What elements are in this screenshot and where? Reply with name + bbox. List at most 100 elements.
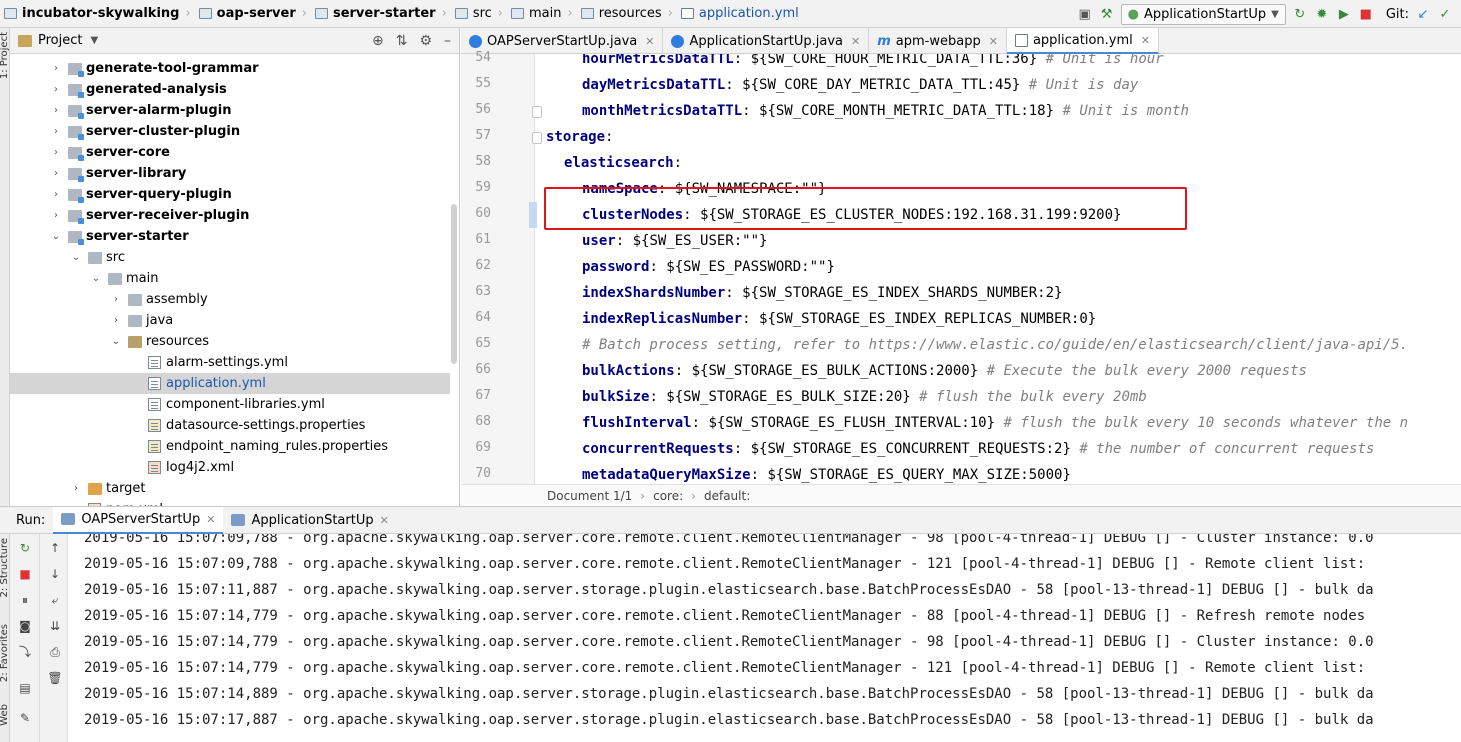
chevron-right-icon[interactable]: › [50, 189, 62, 200]
breadcrumb-item[interactable]: oap-server › [195, 0, 311, 28]
code-line[interactable]: hourMetricsDataTTL: ${SW_CORE_HOUR_METRI… [546, 54, 1164, 72]
build-hammer-icon[interactable]: ⚒ [1099, 6, 1115, 22]
tree-item[interactable]: ⌄ server-starter [10, 226, 450, 247]
run-configuration-select[interactable]: ● ApplicationStartUp ▼ [1120, 3, 1286, 25]
chevron-right-icon[interactable]: › [50, 105, 62, 116]
collapse-all-icon[interactable]: ⇅ [396, 33, 408, 49]
breadcrumb-item[interactable]: incubator-skywalking › [0, 0, 195, 28]
code-view[interactable]: hourMetricsDataTTL: ${SW_CORE_HOUR_METRI… [546, 54, 1461, 484]
print-icon[interactable]: ⎙ [47, 644, 63, 660]
tree-item[interactable]: log4j2.xml [10, 457, 450, 478]
settings-gear-icon[interactable]: ⚙ [419, 33, 432, 49]
yaml-path-item[interactable]: Document 1/1 [547, 489, 632, 503]
close-icon[interactable]: ✕ [851, 35, 860, 48]
rerun-icon[interactable]: ↻ [1292, 6, 1308, 22]
console-output[interactable]: 2019-05-16 15:07:09,788 - org.apache.sky… [68, 534, 1461, 742]
tree-item[interactable]: alarm-settings.yml [10, 352, 450, 373]
breadcrumb-item[interactable]: application.yml [677, 0, 803, 28]
fold-marker-icon[interactable] [532, 106, 542, 118]
tree-item[interactable]: ⌄ main [10, 268, 450, 289]
chevron-down-icon[interactable]: ⌄ [50, 231, 62, 242]
side-tool-window-button[interactable]: 2: Structure [0, 538, 10, 597]
code-line[interactable]: flushInterval: ${SW_STORAGE_ES_FLUSH_INT… [546, 410, 1408, 436]
code-line[interactable]: bulkSize: ${SW_STORAGE_ES_BULK_SIZE:20} … [546, 384, 1147, 410]
debug-icon[interactable]: ✹ [1314, 6, 1330, 22]
stop-icon[interactable]: ■ [1358, 6, 1374, 22]
pin-icon[interactable]: ✎ [17, 710, 33, 726]
tree-item[interactable]: › server-receiver-plugin [10, 205, 450, 226]
tree-item[interactable]: › server-query-plugin [10, 184, 450, 205]
restore-layout-icon[interactable]: ⤵ [17, 644, 33, 660]
project-panel-title[interactable]: Project [38, 33, 82, 48]
code-line[interactable]: storage: [546, 124, 613, 150]
editor-tab[interactable]: m apm-webapp ✕ [869, 28, 1007, 54]
tree-item[interactable]: datasource-settings.properties [10, 415, 450, 436]
tree-item[interactable]: › server-core [10, 142, 450, 163]
chevron-right-icon[interactable]: › [110, 294, 122, 305]
soft-wrap-icon[interactable]: ⤶ [47, 592, 63, 608]
fold-marker-icon[interactable] [532, 132, 542, 144]
run-tab[interactable]: ApplicationStartUp ✕ [223, 507, 396, 534]
code-line[interactable]: monthMetricsDataTTL: ${SW_CORE_MONTH_MET… [546, 98, 1189, 124]
tree-item[interactable]: pom.xml [10, 499, 450, 506]
side-tool-window-button[interactable]: 2: Favorites [0, 624, 10, 682]
editor-tab[interactable]: application.yml ✕ [1006, 28, 1159, 54]
close-icon[interactable]: ✕ [1141, 34, 1150, 47]
vcs-commit-icon[interactable]: ✓ [1437, 6, 1453, 22]
scroll-down-icon[interactable]: ↓ [47, 566, 63, 582]
chevron-right-icon[interactable]: › [50, 147, 62, 158]
chevron-down-icon[interactable]: ⌄ [110, 336, 122, 347]
yaml-path-item[interactable]: default: [704, 489, 750, 503]
tree-item[interactable]: component-libraries.yml [10, 394, 450, 415]
code-line[interactable]: indexReplicasNumber: ${SW_STORAGE_ES_IND… [546, 306, 1096, 332]
tree-item[interactable]: › generate-tool-grammar [10, 58, 450, 79]
chevron-right-icon[interactable]: › [50, 84, 62, 95]
clear-all-icon[interactable]: 🗑 [47, 670, 63, 686]
scroll-up-icon[interactable]: ↑ [47, 540, 63, 556]
hide-panel-icon[interactable]: – [444, 33, 451, 49]
code-line[interactable]: dayMetricsDataTTL: ${SW_CORE_DAY_METRIC_… [546, 72, 1138, 98]
close-icon[interactable]: ✕ [380, 514, 389, 527]
stop-icon[interactable]: ■ [17, 566, 33, 582]
chevron-down-icon[interactable]: ▼ [90, 35, 98, 46]
tree-scrollbar[interactable] [451, 204, 457, 364]
pause-icon[interactable]: ⏸ [17, 592, 33, 608]
side-tool-window-button[interactable]: Web [0, 704, 10, 726]
code-line[interactable]: indexShardsNumber: ${SW_STORAGE_ES_INDEX… [546, 280, 1062, 306]
chevron-right-icon[interactable]: › [110, 315, 122, 326]
project-tool-window-button[interactable]: 1: Project [0, 32, 10, 79]
close-icon[interactable]: ✕ [645, 35, 654, 48]
code-line[interactable]: metadataQueryMaxSize: ${SW_STORAGE_ES_QU… [546, 462, 1071, 484]
chevron-right-icon[interactable]: › [50, 63, 62, 74]
code-line[interactable]: bulkActions: ${SW_STORAGE_ES_BULK_ACTION… [546, 358, 1307, 384]
breadcrumb-item[interactable]: src › [451, 0, 507, 28]
editor-tab[interactable]: ApplicationStartUp.java ✕ [663, 28, 870, 54]
code-line[interactable]: # Batch process setting, refer to https:… [546, 332, 1408, 358]
project-structure-icon[interactable]: ▣ [1077, 6, 1093, 22]
tree-item[interactable]: › assembly [10, 289, 450, 310]
code-line[interactable]: elasticsearch: [546, 150, 682, 176]
tree-item[interactable]: › generated-analysis [10, 79, 450, 100]
close-icon[interactable]: ✕ [206, 513, 215, 526]
tree-item[interactable]: › server-library [10, 163, 450, 184]
chevron-right-icon[interactable]: › [50, 126, 62, 137]
editor-tab[interactable]: OAPServerStartUp.java ✕ [461, 28, 664, 54]
tree-item[interactable]: › target [10, 478, 450, 499]
layout-icon[interactable]: ▤ [17, 680, 33, 696]
tree-item[interactable]: application.yml [10, 373, 450, 394]
tree-item[interactable]: ⌄ src [10, 247, 450, 268]
yaml-path-item[interactable]: core: [653, 489, 683, 503]
chevron-down-icon[interactable]: ⌄ [70, 252, 82, 263]
run-tab[interactable]: OAPServerStartUp ✕ [53, 506, 224, 534]
vcs-update-icon[interactable]: ↙ [1415, 6, 1431, 22]
camera-icon[interactable]: ◙ [17, 618, 33, 634]
breadcrumb-item[interactable]: server-starter › [311, 0, 451, 28]
tree-item[interactable]: endpoint_naming_rules.properties [10, 436, 450, 457]
close-icon[interactable]: ✕ [989, 35, 998, 48]
breadcrumb-item[interactable]: resources › [577, 0, 677, 28]
code-line[interactable]: password: ${SW_ES_PASSWORD:""} [546, 254, 835, 280]
tree-item[interactable]: ⌄ resources [10, 331, 450, 352]
chevron-right-icon[interactable]: › [50, 210, 62, 221]
code-line[interactable]: user: ${SW_ES_USER:""} [546, 228, 767, 254]
tree-item[interactable]: › java [10, 310, 450, 331]
